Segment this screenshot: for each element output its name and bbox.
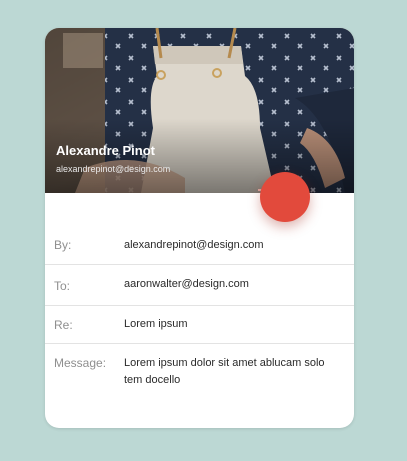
email-card: Alexandre Pinot alexandrepinot@design.co…	[45, 28, 354, 428]
profile-name: Alexandre Pinot	[56, 143, 155, 158]
to-field[interactable]	[124, 276, 339, 293]
message-field[interactable]: Lorem ipsum dolor sit amet ablucam solo …	[124, 355, 339, 395]
subject-row: Re:	[45, 306, 354, 344]
profile-email: alexandrepinot@design.com	[56, 164, 171, 174]
by-value: alexandrepinot@design.com	[124, 239, 264, 251]
to-row: To:	[45, 265, 354, 306]
profile-header: Alexandre Pinot alexandrepinot@design.co…	[45, 28, 354, 193]
message-label: Message:	[54, 356, 107, 370]
by-label: By:	[54, 238, 72, 252]
message-row: Message: Lorem ipsum dolor sit amet ablu…	[45, 344, 354, 428]
subject-label: Re:	[54, 318, 73, 332]
subject-field[interactable]	[124, 316, 339, 333]
action-button[interactable]	[260, 172, 310, 222]
by-row: By: alexandrepinot@design.com	[45, 224, 354, 265]
to-label: To:	[54, 279, 71, 293]
